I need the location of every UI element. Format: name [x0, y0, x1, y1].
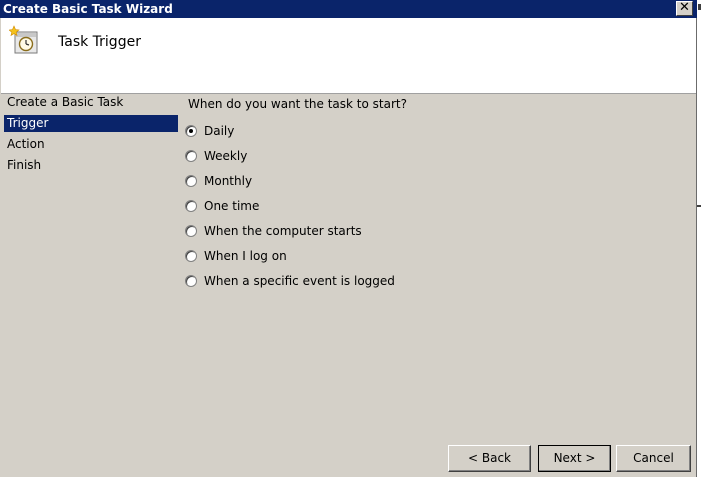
radio-label: Daily	[204, 123, 235, 138]
radio-label: When I log on	[204, 248, 287, 263]
radio-button[interactable]	[185, 249, 197, 262]
task-scheduler-clock-icon	[8, 25, 39, 55]
radio-button[interactable]	[185, 124, 197, 137]
radio-daily[interactable]: Daily	[185, 122, 234, 139]
radio-event-logged[interactable]: When a specific event is logged	[185, 272, 395, 289]
radio-button[interactable]	[185, 274, 197, 287]
radio-weekly[interactable]: Weekly	[185, 147, 247, 164]
step-finish: Finish	[7, 158, 42, 172]
close-button[interactable]: ✕	[676, 1, 693, 16]
title-bar: Create Basic Task Wizard ✕	[0, 0, 697, 18]
next-button[interactable]: Next >	[538, 445, 611, 472]
radio-label: When the computer starts	[204, 223, 362, 238]
step-trigger: Trigger	[4, 115, 178, 132]
background-edge	[697, 0, 701, 477]
radio-label: Monthly	[204, 173, 253, 188]
radio-label: When a specific event is logged	[204, 273, 395, 288]
radio-label: Weekly	[204, 148, 248, 163]
radio-computer-starts[interactable]: When the computer starts	[185, 222, 362, 239]
radio-monthly[interactable]: Monthly	[185, 172, 252, 189]
step-create-basic-task: Create a Basic Task	[7, 95, 124, 109]
background-edge-tick	[697, 205, 701, 207]
radio-button[interactable]	[185, 174, 197, 187]
wizard-window: Create Basic Task Wizard ✕ Task Trigger …	[0, 0, 697, 477]
radio-button[interactable]	[185, 149, 197, 162]
radio-log-on[interactable]: When I log on	[185, 247, 287, 264]
wizard-header: Task Trigger	[1, 18, 696, 94]
radio-one-time[interactable]: One time	[185, 197, 259, 214]
window-title: Create Basic Task Wizard	[3, 2, 173, 16]
step-action: Action	[7, 137, 45, 151]
radio-label: One time	[204, 198, 260, 213]
page-title: Task Trigger	[58, 34, 141, 50]
back-button[interactable]: < Back	[448, 445, 531, 472]
radio-button[interactable]	[185, 199, 197, 212]
radio-button[interactable]	[185, 224, 197, 237]
trigger-options-panel: When do you want the task to start? Dail…	[182, 94, 697, 434]
wizard-steps: Create a Basic Task Trigger Action Finis…	[0, 94, 182, 394]
cancel-button[interactable]: Cancel	[616, 445, 691, 472]
trigger-question: When do you want the task to start?	[188, 97, 407, 111]
